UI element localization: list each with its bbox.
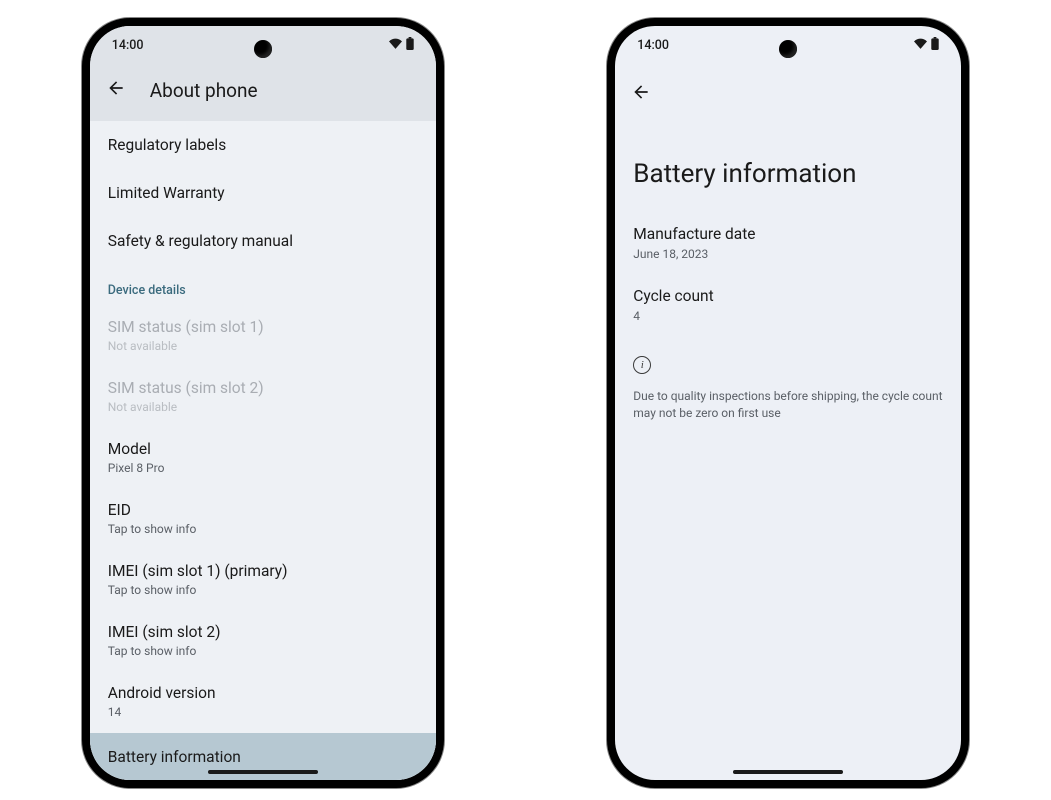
item-limited-warranty[interactable]: Limited Warranty xyxy=(90,169,436,217)
page-title: Battery information xyxy=(615,107,961,225)
item-label: IMEI (sim slot 1) (primary) xyxy=(108,562,418,580)
status-time: 14:00 xyxy=(112,38,144,53)
wifi-icon xyxy=(389,38,402,53)
section-header: Device details xyxy=(90,265,436,306)
item-sub: Not available xyxy=(108,339,418,353)
item-safety-manual[interactable]: Safety & regulatory manual xyxy=(90,217,436,265)
wifi-icon xyxy=(914,38,927,53)
navigation-handle[interactable] xyxy=(208,770,318,774)
item-label: Battery information xyxy=(108,748,418,766)
camera-hole xyxy=(779,40,797,58)
info-value: June 18, 2023 xyxy=(633,247,943,261)
item-sub: Tap to show info xyxy=(108,583,418,597)
item-sub: Pixel 8 Pro xyxy=(108,461,418,475)
info-note-icon-row: i xyxy=(615,349,961,388)
phone-screen-right: 14:00 Battery information Manufacture da… xyxy=(615,26,961,780)
item-sim-status-2[interactable]: SIM status (sim slot 2) Not available xyxy=(90,367,436,428)
info-icon: i xyxy=(633,356,651,374)
info-value: 4 xyxy=(633,309,943,323)
back-icon[interactable] xyxy=(631,82,651,107)
item-sub: Tap to show info xyxy=(108,522,418,536)
info-manufacture-date: Manufacture date June 18, 2023 xyxy=(615,225,961,287)
item-sub: 14 xyxy=(108,705,418,719)
navigation-handle[interactable] xyxy=(733,770,843,774)
phone-screen-left: 14:00 About phone Regulator xyxy=(90,26,436,780)
item-android-version[interactable]: Android version 14 xyxy=(90,672,436,733)
info-label: Cycle count xyxy=(633,287,943,305)
item-label: Regulatory labels xyxy=(108,136,418,154)
item-imei-1[interactable]: IMEI (sim slot 1) (primary) Tap to show … xyxy=(90,550,436,611)
back-icon[interactable] xyxy=(106,78,126,103)
item-sub: Not available xyxy=(108,400,418,414)
info-cycle-count: Cycle count 4 xyxy=(615,287,961,349)
item-label: Limited Warranty xyxy=(108,184,418,202)
item-sim-status-1[interactable]: SIM status (sim slot 1) Not available xyxy=(90,306,436,367)
item-label: SIM status (sim slot 1) xyxy=(108,318,418,336)
phone-frame-left: 14:00 About phone Regulator xyxy=(82,18,444,788)
item-label: IMEI (sim slot 2) xyxy=(108,623,418,641)
page-title: About phone xyxy=(150,79,258,102)
status-time: 14:00 xyxy=(637,38,669,53)
item-label: SIM status (sim slot 2) xyxy=(108,379,418,397)
settings-list: Regulatory labels Limited Warranty Safet… xyxy=(90,121,436,780)
battery-icon xyxy=(931,37,939,54)
item-label: Safety & regulatory manual xyxy=(108,232,418,250)
item-label: Model xyxy=(108,440,418,458)
item-regulatory-labels[interactable]: Regulatory labels xyxy=(90,121,436,169)
item-label: Android version xyxy=(108,684,418,702)
camera-hole xyxy=(254,40,272,58)
item-sub: Tap to show info xyxy=(108,644,418,658)
item-eid[interactable]: EID Tap to show info xyxy=(90,489,436,550)
info-label: Manufacture date xyxy=(633,225,943,243)
item-model[interactable]: Model Pixel 8 Pro xyxy=(90,428,436,489)
header: About phone xyxy=(90,64,436,121)
phone-frame-right: 14:00 Battery information Manufacture da… xyxy=(607,18,969,788)
header xyxy=(615,64,961,107)
battery-icon xyxy=(406,37,414,54)
info-note-text: Due to quality inspections before shippi… xyxy=(615,388,961,422)
item-label: EID xyxy=(108,501,418,519)
item-imei-2[interactable]: IMEI (sim slot 2) Tap to show info xyxy=(90,611,436,672)
